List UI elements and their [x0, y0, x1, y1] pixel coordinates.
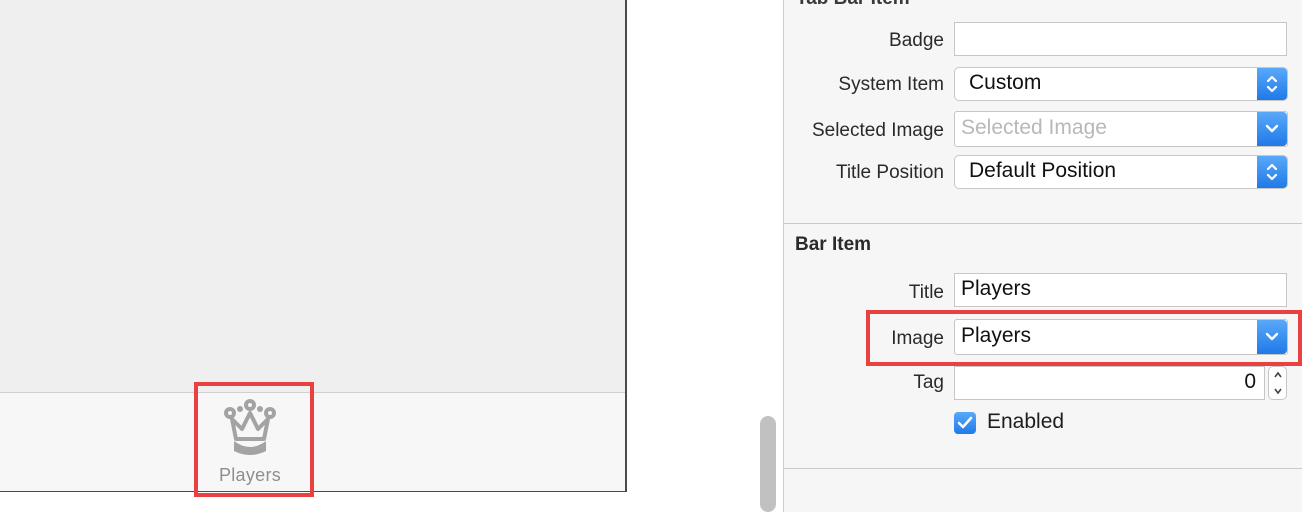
- enabled-checkbox[interactable]: [954, 412, 976, 434]
- title-position-popup[interactable]: Default Position: [954, 155, 1288, 189]
- chevron-down-icon[interactable]: [1257, 320, 1287, 354]
- tag-stepper[interactable]: [1268, 366, 1287, 400]
- section-title-clipped: Tab Bar Item: [796, 0, 910, 10]
- checkmark-icon: [957, 416, 973, 429]
- updown-arrows-icon: [1257, 156, 1287, 188]
- updown-arrows-icon: [1257, 68, 1287, 100]
- enabled-label: Enabled: [987, 410, 1065, 433]
- tag-field[interactable]: 0: [954, 366, 1265, 400]
- crown-icon: [222, 399, 278, 464]
- attributes-inspector: Tab Bar Item Badge System Item Custom Se…: [783, 0, 1302, 512]
- selected-image-combo[interactable]: Selected Image: [954, 111, 1288, 147]
- tab-bar: Players: [0, 392, 625, 491]
- bar-item-heading: Bar Item: [795, 234, 872, 255]
- title-position-value: Default Position: [969, 159, 1117, 182]
- chevron-down-icon[interactable]: [1257, 112, 1287, 146]
- image-label: Image: [891, 328, 944, 349]
- title-field[interactable]: Players: [954, 273, 1287, 307]
- badge-field[interactable]: [954, 22, 1287, 56]
- system-item-value: Custom: [969, 71, 1042, 94]
- system-item-label: System Item: [838, 74, 944, 95]
- scrollbar[interactable]: [760, 416, 776, 512]
- bar-item-section: Bar Item Title Players Image Players Tag…: [784, 224, 1302, 469]
- tab-bar-item-players[interactable]: Players: [204, 393, 296, 491]
- tab-bar-item-label: Players: [218, 465, 282, 485]
- title-position-label: Title Position: [835, 162, 944, 183]
- stepper-down-icon[interactable]: [1273, 387, 1283, 395]
- selected-image-placeholder: Selected Image: [961, 116, 1107, 139]
- tab-bar-item-section: Tab Bar Item Badge System Item Custom Se…: [784, 0, 1302, 224]
- badge-label: Badge: [889, 30, 944, 51]
- stepper-up-icon[interactable]: [1273, 371, 1283, 379]
- selected-image-label: Selected Image: [811, 120, 944, 141]
- image-combo[interactable]: Players: [954, 319, 1288, 355]
- tag-label: Tag: [913, 372, 944, 393]
- title-label: Title: [908, 282, 944, 303]
- system-item-popup[interactable]: Custom: [954, 67, 1288, 101]
- image-value: Players: [961, 324, 1032, 347]
